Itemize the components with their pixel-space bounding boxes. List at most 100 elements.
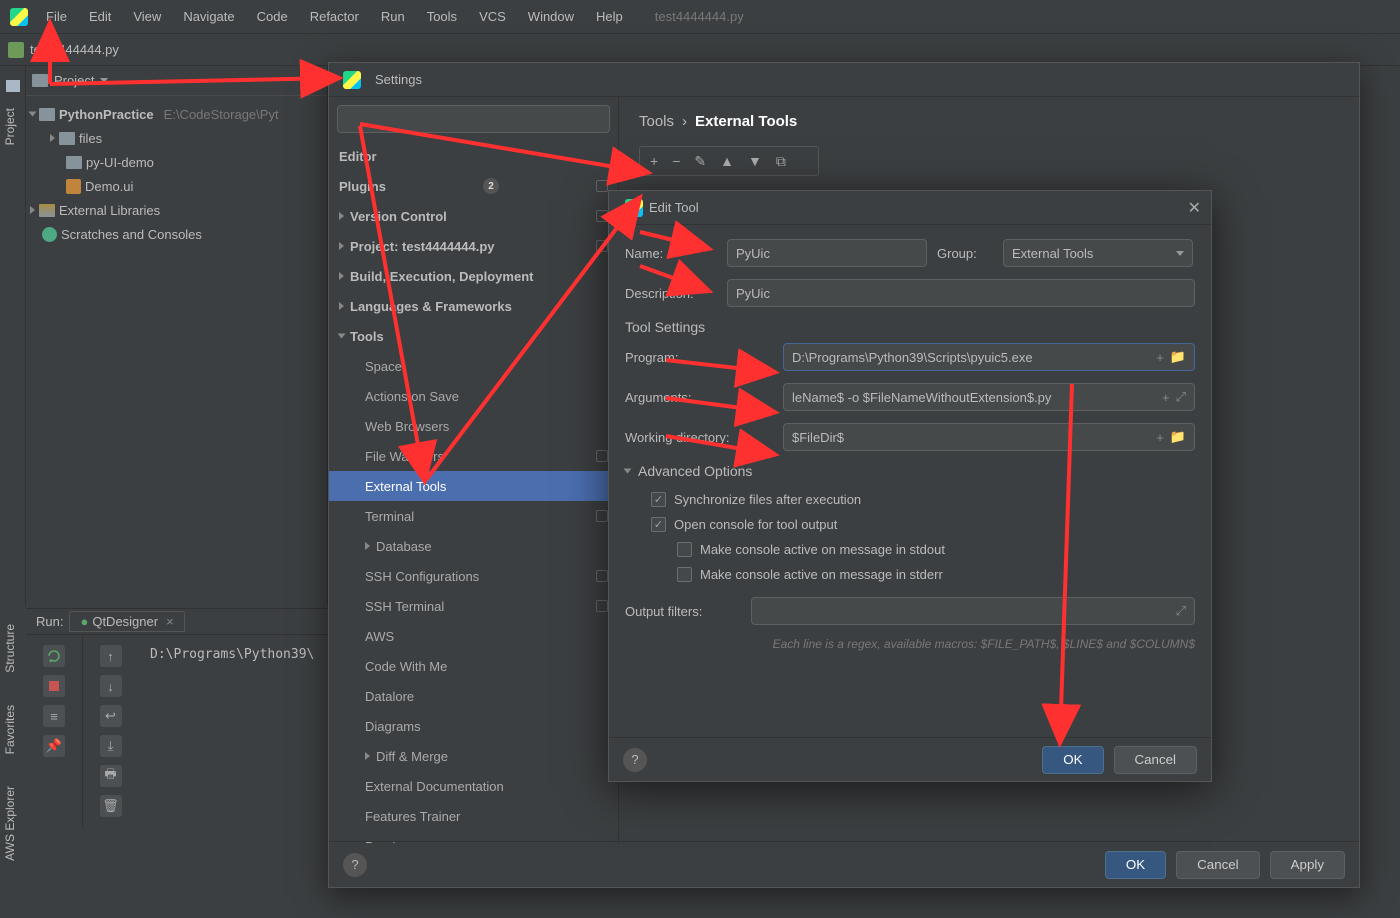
menu-tools[interactable]: Tools	[417, 5, 467, 28]
search-input[interactable]	[337, 105, 610, 133]
ok-button[interactable]: OK	[1042, 746, 1103, 774]
tab-aws[interactable]: AWS Explorer	[0, 770, 20, 877]
cat-database[interactable]: Database	[329, 531, 618, 561]
cat-tools[interactable]: Tools	[329, 321, 618, 351]
menu-view[interactable]: View	[123, 5, 171, 28]
tree-root[interactable]: PythonPractice E:\CodeStorage\Pyt	[26, 102, 327, 126]
apply-button[interactable]: Apply	[1270, 851, 1345, 879]
cat-editor[interactable]: Editor	[329, 141, 618, 171]
cat-langs[interactable]: Languages & Frameworks	[329, 291, 618, 321]
cat-space[interactable]: Space	[329, 351, 618, 381]
cat-externaltools[interactable]: External Tools	[329, 471, 618, 501]
stdout-checkbox[interactable]	[677, 542, 692, 557]
tree-ext-lib[interactable]: External Libraries	[26, 198, 327, 222]
arguments-field[interactable]	[792, 390, 1156, 405]
tab-project[interactable]: Project	[0, 98, 20, 155]
cat-project[interactable]: Project: test4444444.py	[329, 231, 618, 261]
name-field[interactable]	[736, 246, 918, 261]
tree-row[interactable]: py-UI-demo	[26, 150, 327, 174]
cat-features[interactable]: Features Trainer	[329, 801, 618, 831]
chevron-right-icon[interactable]	[339, 242, 344, 250]
cat-actions[interactable]: Actions on Save	[329, 381, 618, 411]
cat-terminal[interactable]: Terminal	[329, 501, 618, 531]
trash-button[interactable]: 🗑	[100, 795, 122, 817]
tab-structure[interactable]: Structure	[0, 608, 20, 689]
cat-plugins[interactable]: Plugins2	[329, 171, 618, 201]
down-button[interactable]: ↓	[100, 675, 122, 697]
chevron-right-icon[interactable]	[339, 302, 344, 310]
chevron-down-icon[interactable]	[100, 78, 108, 83]
group-combo[interactable]: External Tools	[1003, 239, 1193, 267]
rerun-button[interactable]	[43, 645, 65, 667]
chevron-down-icon[interactable]	[29, 112, 37, 117]
menu-edit[interactable]: Edit	[79, 5, 121, 28]
cat-sshterm[interactable]: SSH Terminal	[329, 591, 618, 621]
insert-macro-button[interactable]: +	[1156, 430, 1164, 445]
run-console[interactable]: D:\Programs\Python39\	[138, 635, 326, 827]
cat-codewithme[interactable]: Code With Me	[329, 651, 618, 681]
add-button[interactable]: +	[650, 153, 658, 169]
cat-sshconf[interactable]: SSH Configurations	[329, 561, 618, 591]
chevron-down-icon[interactable]	[624, 469, 632, 474]
layout-button[interactable]: ≡	[43, 705, 65, 727]
cat-extdoc[interactable]: External Documentation	[329, 771, 618, 801]
close-icon[interactable]: ✕	[1188, 198, 1201, 218]
scroll-button[interactable]: ⤓	[100, 735, 122, 757]
output-filters-field[interactable]	[760, 604, 1170, 619]
cat-bed[interactable]: Build, Execution, Deployment	[329, 261, 618, 291]
remove-button[interactable]: −	[672, 153, 680, 169]
cat-aws[interactable]: AWS	[329, 621, 618, 651]
print-button[interactable]: 🖶	[100, 765, 122, 787]
cat-diagrams[interactable]: Diagrams	[329, 711, 618, 741]
run-tab[interactable]: ● QtDesigner ×	[69, 611, 184, 632]
project-dropdown[interactable]: Project	[54, 73, 94, 88]
cancel-button[interactable]: Cancel	[1176, 851, 1260, 879]
expand-icon[interactable]: ⤢	[1176, 389, 1186, 405]
browse-icon[interactable]: 📁	[1170, 349, 1186, 365]
close-icon[interactable]: ×	[166, 614, 174, 629]
tree-scratches[interactable]: Scratches and Consoles	[26, 222, 327, 246]
tree-row[interactable]: files	[26, 126, 327, 150]
project-icon[interactable]	[6, 80, 20, 92]
chevron-right-icon[interactable]	[50, 134, 55, 142]
up-button[interactable]: ↑	[100, 645, 122, 667]
down-button[interactable]: ▼	[748, 153, 762, 169]
program-field[interactable]	[792, 350, 1150, 365]
menu-window[interactable]: Window	[518, 5, 584, 28]
menu-refactor[interactable]: Refactor	[300, 5, 369, 28]
expand-icon[interactable]: ⤢	[1176, 603, 1186, 619]
menu-code[interactable]: Code	[247, 5, 298, 28]
cat-diffmerge[interactable]: Diff & Merge	[329, 741, 618, 771]
cancel-button[interactable]: Cancel	[1114, 746, 1198, 774]
chevron-down-icon[interactable]	[338, 334, 346, 339]
console-checkbox[interactable]: ✓	[651, 517, 666, 532]
edit-button[interactable]: ✎	[694, 153, 706, 170]
insert-macro-button[interactable]: +	[1162, 390, 1170, 405]
menu-vcs[interactable]: VCS	[469, 5, 516, 28]
cat-filewatchers[interactable]: File Watchers	[329, 441, 618, 471]
advanced-header[interactable]: Advanced Options	[638, 463, 752, 479]
cat-webbrowsers[interactable]: Web Browsers	[329, 411, 618, 441]
tree-row[interactable]: Demo.ui	[26, 174, 327, 198]
up-button[interactable]: ▲	[720, 153, 734, 169]
chevron-right-icon[interactable]	[339, 212, 344, 220]
sync-checkbox[interactable]: ✓	[651, 492, 666, 507]
stderr-checkbox[interactable]	[677, 567, 692, 582]
chevron-right-icon[interactable]	[339, 272, 344, 280]
description-field[interactable]	[736, 286, 1186, 301]
chevron-down-icon[interactable]	[1176, 251, 1184, 256]
nav-file[interactable]: test4444444.py	[30, 42, 119, 57]
menu-file[interactable]: File	[36, 5, 77, 28]
tab-favorites[interactable]: Favorites	[0, 689, 20, 770]
pin-button[interactable]: 📌	[43, 735, 65, 757]
help-button[interactable]: ?	[343, 853, 367, 877]
cat-datalore[interactable]: Datalore	[329, 681, 618, 711]
menu-help[interactable]: Help	[586, 5, 633, 28]
help-button[interactable]: ?	[623, 748, 647, 772]
workdir-field[interactable]	[792, 430, 1150, 445]
cat-vc[interactable]: Version Control	[329, 201, 618, 231]
menu-navigate[interactable]: Navigate	[173, 5, 244, 28]
ok-button[interactable]: OK	[1105, 851, 1166, 879]
copy-button[interactable]: ⧉	[776, 153, 786, 170]
browse-icon[interactable]: 📁	[1170, 429, 1186, 445]
